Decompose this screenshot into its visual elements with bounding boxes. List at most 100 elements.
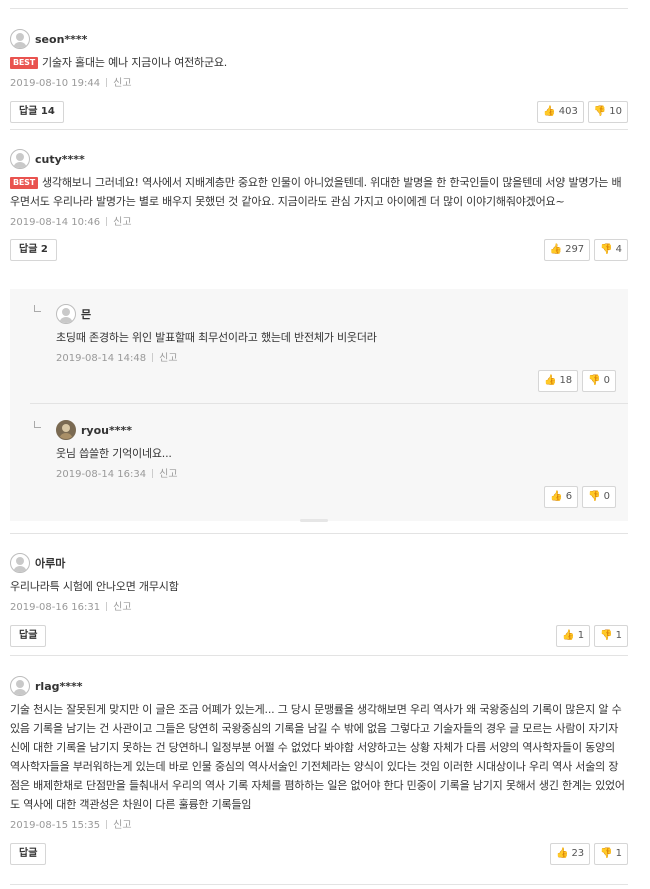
dislike-button[interactable]: 👎 4 bbox=[594, 239, 628, 261]
like-button[interactable]: 👍 6 bbox=[544, 486, 579, 508]
dislike-button[interactable]: 👎 10 bbox=[587, 101, 628, 123]
collapse-handle[interactable] bbox=[300, 519, 328, 522]
comment-item: 아루마 우리나라특 시험에 안나오면 개무시함 2019-08-16 16:31… bbox=[10, 552, 628, 647]
reply-button[interactable]: 답글 2 bbox=[10, 239, 57, 261]
like-button[interactable]: 👍 23 bbox=[549, 843, 591, 865]
comment-meta: 2019-08-14 10:46 신고 bbox=[10, 213, 628, 228]
comment-meta: 2019-08-15 15:35 신고 bbox=[10, 816, 628, 831]
dislike-button[interactable]: 👎 1 bbox=[594, 843, 628, 865]
divider bbox=[10, 884, 628, 885]
vote-group: 👍 23 👎 1 bbox=[549, 843, 628, 865]
comment-author: rlag**** bbox=[10, 675, 628, 697]
like-count: 6 bbox=[565, 491, 573, 502]
dislike-button[interactable]: 👎 0 bbox=[582, 370, 616, 392]
thumbs-up-icon: 👍 bbox=[562, 630, 575, 641]
comment-text: BEST 생각해보니 그러네요! 역사에서 지배계층만 중요한 인물이 아니었을텐… bbox=[10, 173, 628, 211]
reply-button[interactable]: 답글 bbox=[10, 843, 47, 865]
reply-thread: 믄 초딩때 존경하는 위인 발표할때 최무선이라고 했는데 반전체가 비웃더라 … bbox=[10, 289, 628, 521]
user-avatar-icon bbox=[56, 304, 76, 324]
comment-author: 믄 bbox=[56, 303, 616, 325]
divider bbox=[10, 8, 628, 9]
thumbs-down-icon: 👎 bbox=[600, 244, 613, 255]
vote-group: 👍 297 👎 4 bbox=[543, 239, 628, 261]
comment-actions: 답글 👍 1 👎 1 bbox=[10, 625, 628, 647]
thumbs-up-icon: 👍 bbox=[543, 375, 557, 386]
comment-date: 2019-08-14 16:34 bbox=[56, 469, 147, 480]
user-avatar-icon bbox=[10, 29, 30, 49]
separator bbox=[106, 78, 108, 87]
dislike-count: 1 bbox=[615, 848, 622, 859]
comment-body: 우리나라특 시험에 안나오면 개무시함 bbox=[10, 580, 179, 593]
report-link[interactable]: 신고 bbox=[113, 602, 131, 613]
comment-actions: 답글 👍 23 👎 1 bbox=[10, 843, 628, 865]
comment-text: BEST 기술자 홀대는 예나 지금이나 여전하군요. bbox=[10, 53, 628, 72]
dislike-count: 4 bbox=[615, 244, 622, 255]
comment-actions: 답글 14 👍 403 👎 10 bbox=[10, 101, 628, 123]
reply-text: 웃님 씁쓸한 기억이네요... bbox=[56, 447, 172, 460]
comment-date: 2019-08-16 16:31 bbox=[10, 602, 101, 613]
comment-body: 기술 천시는 잘못된게 맞지만 이 글은 조금 어폐가 있는게... 그 당시 … bbox=[10, 703, 625, 811]
comment-actions: 답글 2 👍 297 👎 4 bbox=[10, 239, 628, 261]
dislike-button[interactable]: 👎 0 bbox=[582, 486, 616, 508]
report-link[interactable]: 신고 bbox=[113, 217, 131, 228]
like-button[interactable]: 👍 1 bbox=[556, 625, 591, 647]
comment-date: 2019-08-15 15:35 bbox=[10, 820, 101, 831]
comment-item: cuty**** BEST 생각해보니 그러네요! 역사에서 지배계층만 중요한 … bbox=[10, 148, 628, 261]
dislike-button[interactable]: 👎 1 bbox=[594, 625, 628, 647]
thumbs-up-icon: 👍 bbox=[549, 244, 563, 255]
comment-meta: 2019-08-16 16:31 신고 bbox=[10, 598, 628, 613]
divider bbox=[10, 655, 628, 656]
comment-actions: 👍 18 👎 0 bbox=[56, 370, 616, 392]
report-link[interactable]: 신고 bbox=[113, 820, 131, 831]
like-count: 18 bbox=[559, 375, 573, 386]
vote-group: 👍 6 👎 0 bbox=[544, 486, 616, 508]
comment-date: 2019-08-14 10:46 bbox=[10, 217, 101, 228]
report-link[interactable]: 신고 bbox=[113, 78, 131, 89]
author-name[interactable]: ryou**** bbox=[81, 424, 132, 437]
thumbs-up-icon: 👍 bbox=[550, 491, 563, 502]
separator bbox=[106, 820, 108, 829]
reply-arrow-icon bbox=[34, 421, 41, 428]
divider bbox=[30, 403, 628, 404]
separator bbox=[152, 353, 154, 362]
comment-meta: 2019-08-14 14:48 신고 bbox=[56, 349, 616, 364]
like-button[interactable]: 👍 297 bbox=[543, 239, 591, 261]
report-link[interactable]: 신고 bbox=[159, 353, 177, 364]
user-avatar-icon bbox=[10, 553, 30, 573]
best-badge: BEST bbox=[10, 57, 38, 69]
reply-button[interactable]: 답글 bbox=[10, 625, 47, 647]
report-link[interactable]: 신고 bbox=[159, 469, 177, 480]
comment-body: 기술자 홀대는 예나 지금이나 여전하군요. bbox=[41, 56, 228, 69]
reply-button[interactable]: 답글 14 bbox=[10, 101, 64, 123]
like-count: 297 bbox=[565, 244, 585, 255]
comment-author: ryou**** bbox=[56, 419, 616, 441]
user-avatar-icon bbox=[56, 420, 76, 440]
like-button[interactable]: 👍 403 bbox=[537, 101, 584, 123]
comment-body: 생각해보니 그러네요! 역사에서 지배계층만 중요한 인물이 아니었을텐데. 위… bbox=[10, 176, 622, 208]
comment-author: cuty**** bbox=[10, 148, 628, 170]
reply-item: ryou**** 웃님 씁쓸한 기억이네요... 2019-08-14 16:3… bbox=[34, 419, 616, 508]
author-name[interactable]: 아루마 bbox=[35, 555, 65, 571]
reply-item: 믄 초딩때 존경하는 위인 발표할때 최무선이라고 했는데 반전체가 비웃더라 … bbox=[34, 303, 616, 392]
user-avatar-icon bbox=[10, 149, 30, 169]
dislike-count: 1 bbox=[615, 630, 622, 641]
comment-date: 2019-08-10 19:44 bbox=[10, 78, 101, 89]
author-name[interactable]: 믄 bbox=[81, 306, 91, 322]
divider bbox=[10, 533, 628, 534]
separator bbox=[106, 602, 108, 611]
like-count: 23 bbox=[571, 848, 585, 859]
author-name[interactable]: rlag**** bbox=[35, 680, 83, 693]
like-count: 403 bbox=[558, 106, 578, 117]
comment-item: seon**** BEST 기술자 홀대는 예나 지금이나 여전하군요. 2019… bbox=[10, 28, 628, 123]
thumbs-down-icon: 👎 bbox=[600, 630, 613, 641]
separator bbox=[152, 469, 154, 478]
author-name[interactable]: seon**** bbox=[35, 33, 87, 46]
vote-group: 👍 1 👎 1 bbox=[556, 625, 628, 647]
dislike-count: 0 bbox=[603, 375, 610, 386]
comment-item: rlag**** 기술 천시는 잘못된게 맞지만 이 글은 조금 어폐가 있는게… bbox=[10, 675, 628, 865]
like-button[interactable]: 👍 18 bbox=[537, 370, 579, 392]
separator bbox=[106, 217, 108, 226]
comment-list: seon**** BEST 기술자 홀대는 예나 지금이나 여전하군요. 2019… bbox=[0, 0, 650, 889]
author-name[interactable]: cuty**** bbox=[35, 153, 85, 166]
divider bbox=[10, 129, 628, 130]
